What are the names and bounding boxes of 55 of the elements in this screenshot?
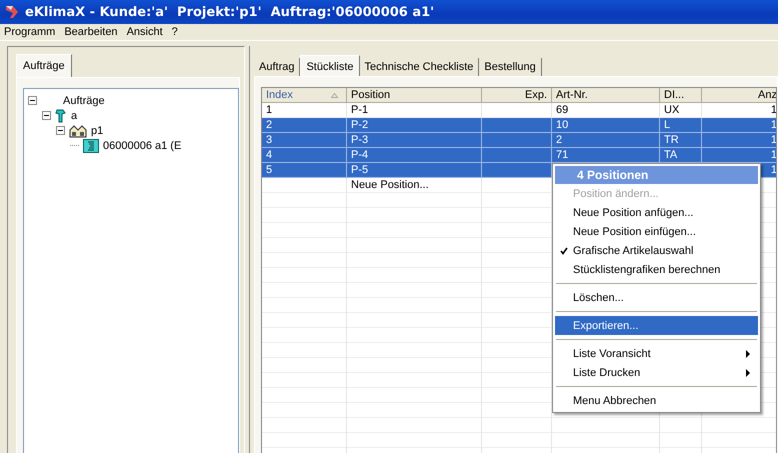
table-cell: 1 [266,104,272,116]
menu-item[interactable]: ? [172,26,178,38]
column-header[interactable]: Exp. [482,88,552,103]
submenu-arrow-icon [746,368,751,376]
table-cell: 3 [266,134,272,146]
table-cell: 10 [556,119,568,131]
table-cell: L [664,119,670,131]
table-cell: UX [664,104,680,116]
menu-item[interactable]: Ansicht [126,26,163,38]
table-cell: TA [664,149,678,161]
column-header[interactable]: Position [347,88,482,103]
document-icon [83,138,99,152]
context-menu-item[interactable]: Neue Position einfügen... [555,222,758,241]
column-header[interactable]: Index [262,88,347,103]
person-icon [55,108,67,122]
context-menu-item[interactable]: Liste Voransicht [555,344,758,363]
menu-item[interactable]: Bearbeiten [64,26,118,38]
submenu-arrow-icon [746,350,751,358]
tree-item[interactable]: a [71,110,78,122]
collapse-toggle[interactable] [42,111,51,120]
context-menu-item[interactable]: Neue Position anfügen... [555,203,758,222]
app-logo-icon [4,4,20,20]
context-menu-item[interactable]: Löschen... [555,288,758,307]
table-cell: Neue Position... [351,179,429,191]
table-cell: 2 [556,134,562,146]
window-title: eKlimaX - Kunde:'a' Projekt:'p1' Auftrag:'06000006 a1' [25,4,434,20]
context-menu-item[interactable]: Exportieren... [555,316,758,335]
table-cell: TR [664,134,679,146]
menu-header: 4 Positionen [555,166,758,184]
collapse-toggle[interactable] [28,96,37,105]
context-menu-item[interactable]: Menu Abbrechen [555,391,758,410]
houses-icon [69,124,87,138]
column-header[interactable]: DI... [660,88,702,103]
checkmark-icon [560,246,568,254]
menu-item[interactable]: Programm [4,26,56,38]
table-cell: P-1 [351,104,368,116]
table-cell: P-2 [351,119,368,131]
context-menu-item[interactable]: Grafische Artikelauswahl [555,241,758,260]
column-header[interactable]: Art-Nr. [552,88,660,103]
tree-item[interactable]: 06000006 a1 (E [103,140,182,152]
collapse-toggle[interactable] [56,126,65,135]
tab[interactable]: Stückliste [300,55,360,76]
context-menu-item[interactable]: Stücklistengrafiken berechnen [555,260,758,279]
table-cell: 5 [266,164,272,176]
tree-item[interactable]: p1 [91,124,104,136]
tree-item[interactable]: Aufträge [63,94,105,106]
tab[interactable]: Aufträge [16,54,72,77]
table-cell: P-4 [351,149,368,161]
table-cell: 71 [556,149,568,161]
table-cell: P-5 [351,164,368,176]
table-cell: 2 [266,119,272,131]
table-cell: 4 [266,149,272,161]
context-menu-item[interactable]: Liste Drucken [555,363,758,382]
table-cell: 69 [556,104,568,116]
table-cell: P-3 [351,134,368,146]
